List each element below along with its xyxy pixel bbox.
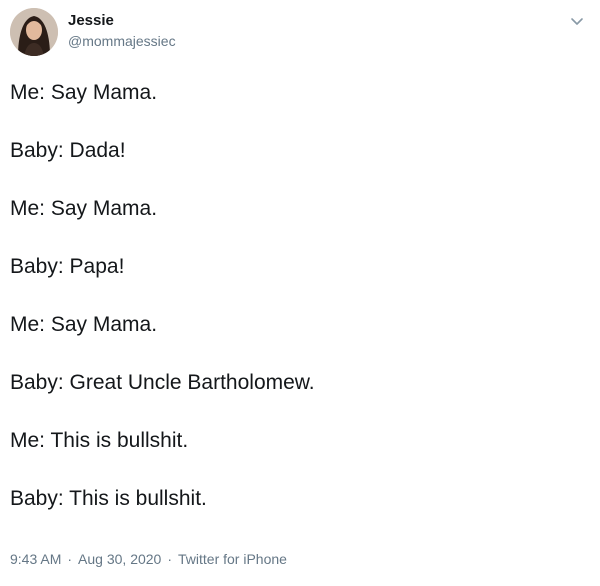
tweet-text: Me: Say Mama. Baby: Dada! Me: Say Mama. … bbox=[10, 80, 590, 544]
tweet-source-link[interactable]: Twitter for iPhone bbox=[178, 551, 287, 567]
separator: · bbox=[67, 551, 73, 567]
separator: · bbox=[167, 551, 173, 567]
tweet-line: Me: Say Mama. bbox=[10, 197, 158, 220]
tweet-line: Me: Say Mama. bbox=[10, 81, 158, 104]
tweet-line: Baby: Dada! bbox=[10, 139, 126, 162]
user-handle[interactable]: @mommajessiec bbox=[68, 32, 176, 50]
avatar-image bbox=[10, 8, 58, 56]
tweet-time-link[interactable]: 9:43 AM bbox=[10, 551, 61, 567]
tweet-line: Me: Say Mama. bbox=[10, 313, 158, 336]
chevron-down-icon[interactable] bbox=[566, 10, 588, 32]
user-names: Jessie @mommajessiec bbox=[68, 12, 176, 50]
tweet-header: Jessie @mommajessiec bbox=[10, 8, 590, 62]
tweet-card: Jessie @mommajessiec Me: Say Mama. Baby:… bbox=[0, 0, 600, 586]
display-name[interactable]: Jessie bbox=[68, 12, 176, 30]
tweet-date-link[interactable]: Aug 30, 2020 bbox=[78, 551, 161, 567]
tweet-meta: 9:43 AM · Aug 30, 2020 · Twitter for iPhone bbox=[10, 550, 287, 568]
tweet-line: Baby: This is bullshit. bbox=[10, 487, 207, 510]
tweet-line: Baby: Papa! bbox=[10, 255, 125, 278]
tweet-line: Baby: Great Uncle Bartholomew. bbox=[10, 371, 315, 394]
avatar[interactable] bbox=[10, 8, 58, 56]
tweet-line: Me: This is bullshit. bbox=[10, 429, 189, 452]
